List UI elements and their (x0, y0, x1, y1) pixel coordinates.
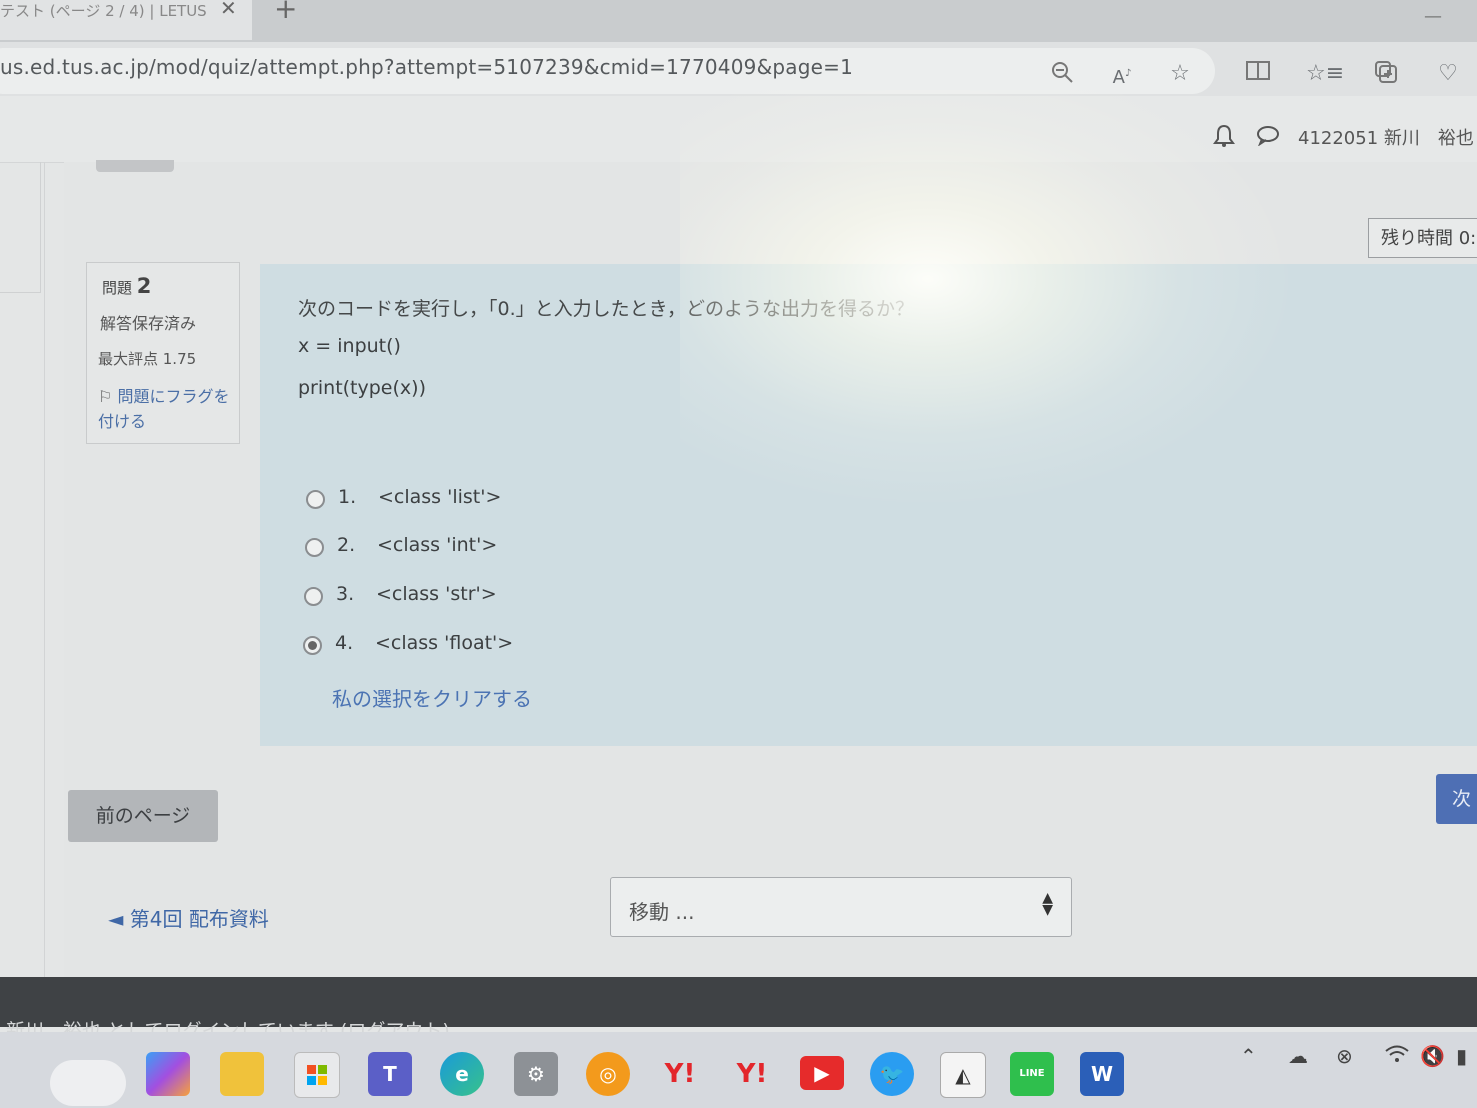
minimize-icon[interactable]: — (1424, 6, 1442, 27)
yahoo-icon[interactable]: Y! (730, 1052, 774, 1096)
tab-title: テスト (ページ 2 / 4) | LETUS (0, 2, 207, 20)
question-text: 次のコードを実行し，「0.」と入力したとき，どのような出力を得るか？ (298, 298, 915, 320)
radio-button[interactable] (305, 538, 324, 557)
jump-select-value: 移動 ... (629, 900, 695, 924)
store-icon[interactable] (294, 1052, 340, 1098)
max-grade: 最大評点 1.75 (98, 350, 197, 368)
split-screen-icon[interactable] (1244, 60, 1272, 88)
radio-button-selected[interactable] (303, 636, 322, 655)
browser-tab[interactable]: テスト (ページ 2 / 4) | LETUS ✕ (0, 0, 252, 40)
cloud-icon[interactable]: ☁ (1288, 1044, 1308, 1068)
flag-label: 問題にフラグを付ける (98, 387, 230, 431)
option-number: 4. (335, 632, 354, 654)
radio-button[interactable] (304, 587, 323, 606)
code-line: print(type(x)) (298, 377, 426, 399)
notification-bell-icon[interactable] (1213, 124, 1235, 153)
option-number: 2. (337, 534, 356, 556)
wifi-icon[interactable] (1384, 1044, 1410, 1069)
favorites-list-icon[interactable]: ☆≡ (1306, 60, 1344, 88)
close-circle-icon[interactable]: ⊗ (1336, 1044, 1353, 1068)
copilot-icon[interactable] (146, 1052, 190, 1096)
option-number: 1. (338, 486, 357, 508)
zoom-icon[interactable] (1048, 60, 1076, 88)
previous-page-button[interactable]: 前のページ (68, 790, 218, 842)
edge-icon[interactable]: e (440, 1052, 484, 1096)
select-arrows-icon: ▲ ▼ (1042, 890, 1053, 918)
flag-question-link[interactable]: ⚐ 問題にフラグを付ける (98, 384, 238, 434)
flag-icon: ⚐ (98, 387, 113, 406)
battery-icon[interactable]: ▮ (1456, 1044, 1467, 1068)
file-explorer-icon[interactable] (220, 1052, 264, 1096)
question-number: 問題 2 (102, 274, 151, 298)
next-page-button[interactable]: 次 (1436, 774, 1477, 824)
collections-icon[interactable] (1372, 60, 1400, 88)
code-line: x = input() (298, 335, 401, 357)
line-icon[interactable]: LINE (1010, 1052, 1054, 1096)
app-orange-icon[interactable]: ◎ (586, 1052, 630, 1096)
app-outline-icon[interactable]: ◭ (940, 1052, 986, 1098)
option-text: <class 'str'> (376, 583, 497, 605)
question-state: 解答保存済み (100, 314, 197, 333)
word-icon[interactable]: W (1080, 1052, 1124, 1096)
favorite-icon[interactable]: ☆ (1166, 60, 1194, 88)
activity-back-link[interactable]: ◄ 第4回 配布資料 (108, 903, 269, 932)
option-text: <class 'float'> (375, 632, 514, 654)
chevron-up-icon[interactable]: ⌃ (1240, 1044, 1257, 1068)
question-label: 問題 (102, 279, 133, 297)
yahoo-icon[interactable]: Y! (658, 1052, 702, 1096)
jump-to-select[interactable]: 移動 ... ▲ ▼ (610, 877, 1072, 937)
option-text: <class 'list'> (378, 486, 502, 508)
widgets-icon[interactable] (50, 1060, 126, 1106)
option-number: 3. (336, 583, 355, 605)
radio-button[interactable] (306, 490, 325, 509)
browser-essentials-icon[interactable]: ♡ (1434, 60, 1462, 88)
user-menu[interactable]: 4122051 新川 裕也 (1298, 124, 1474, 150)
new-tab-button[interactable]: + (274, 0, 297, 25)
header-tab (96, 160, 174, 172)
youtube-icon[interactable]: ▶ (800, 1056, 844, 1090)
quiz-timer: 残り時間 0: (1368, 218, 1477, 258)
clear-choice-link[interactable]: 私の選択をクリアする (332, 683, 532, 712)
url-text[interactable]: us.ed.tus.ac.jp/mod/quiz/attempt.php?att… (0, 55, 853, 79)
read-aloud-icon[interactable]: A♪ (1108, 60, 1136, 88)
close-icon[interactable]: ✕ (220, 0, 237, 20)
divider (44, 162, 45, 977)
message-icon[interactable] (1256, 124, 1280, 151)
question-number-value: 2 (136, 274, 152, 298)
option-text: <class 'int'> (377, 534, 498, 556)
left-drawer (0, 162, 41, 293)
twitter-icon[interactable]: 🐦 (870, 1052, 914, 1096)
speaker-muted-icon[interactable]: 🔇 (1420, 1044, 1445, 1068)
settings-icon[interactable]: ⚙ (514, 1052, 558, 1096)
teams-icon[interactable]: T (368, 1052, 412, 1096)
